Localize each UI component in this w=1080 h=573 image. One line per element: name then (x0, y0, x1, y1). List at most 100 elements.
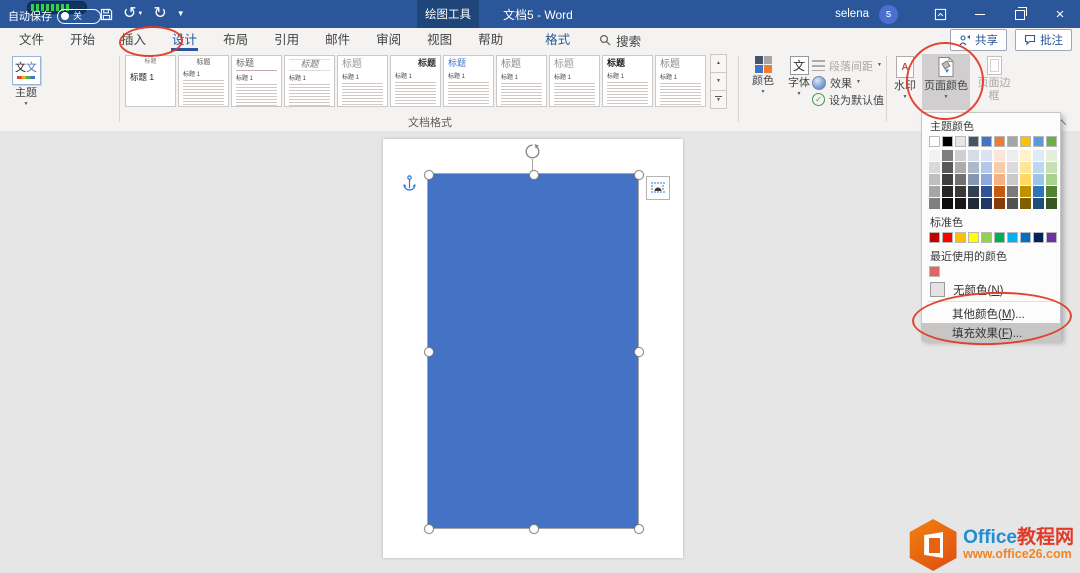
theme-variant-swatch-r1-c9[interactable] (1033, 150, 1044, 161)
gallery-scroll-down-button[interactable]: ▼ (710, 72, 727, 91)
style-set-card-7[interactable]: 标题标题 1 (443, 55, 494, 107)
theme-color-swatch-1[interactable] (929, 136, 940, 147)
theme-variant-swatch-r3-c3[interactable] (955, 174, 966, 185)
more-colors-item[interactable]: 其他颜色(M)... (922, 304, 1060, 323)
user-name[interactable]: selena (835, 8, 869, 20)
standard-color-swatch-2[interactable] (942, 232, 953, 243)
themes-button[interactable]: 文文 主题 ▼ (6, 56, 46, 126)
tab-help[interactable]: 帮助 (465, 28, 516, 52)
theme-variant-swatch-r4-c9[interactable] (1033, 186, 1044, 197)
theme-color-swatch-4[interactable] (968, 136, 979, 147)
resize-handle-middle-right[interactable] (634, 347, 644, 357)
set-as-default-button[interactable]: ✓ 设为默认值 (812, 91, 884, 108)
tab-layout[interactable]: 布局 (210, 28, 261, 52)
search-box[interactable]: 搜索 (599, 31, 641, 50)
theme-variant-swatch-r5-c9[interactable] (1033, 198, 1044, 209)
theme-variant-swatch-r5-c3[interactable] (955, 198, 966, 209)
theme-variant-swatch-r1-c8[interactable] (1020, 150, 1031, 161)
theme-variant-swatch-r3-c4[interactable] (968, 174, 979, 185)
effects-button[interactable]: 效果 ▼ (812, 74, 884, 91)
standard-color-swatch-5[interactable] (981, 232, 992, 243)
gallery-more-button[interactable]: ▼ (710, 90, 727, 109)
theme-variant-swatch-r1-c4[interactable] (968, 150, 979, 161)
theme-variant-swatch-r2-c8[interactable] (1020, 162, 1031, 173)
theme-color-swatch-7[interactable] (1007, 136, 1018, 147)
theme-variant-swatch-r5-c8[interactable] (1020, 198, 1031, 209)
theme-variant-swatch-r4-c8[interactable] (1020, 186, 1031, 197)
theme-variant-swatch-r4-c2[interactable] (942, 186, 953, 197)
watermark-button[interactable]: A 水印 ▼ (888, 56, 922, 100)
theme-variant-swatch-r4-c5[interactable] (981, 186, 992, 197)
theme-variant-swatch-r3-c5[interactable] (981, 174, 992, 185)
theme-variant-swatch-r2-c5[interactable] (981, 162, 992, 173)
rotation-handle[interactable] (524, 143, 541, 160)
user-avatar[interactable]: s (879, 5, 898, 24)
standard-color-swatch-8[interactable] (1020, 232, 1031, 243)
theme-color-swatch-3[interactable] (955, 136, 966, 147)
recent-color-swatch-1[interactable] (929, 266, 940, 277)
theme-variant-swatch-r4-c3[interactable] (955, 186, 966, 197)
theme-variant-swatch-r2-c1[interactable] (929, 162, 940, 173)
resize-handle-bottom-center[interactable] (529, 524, 539, 534)
resize-handle-bottom-right[interactable] (634, 524, 644, 534)
theme-variant-swatch-r2-c2[interactable] (942, 162, 953, 173)
tab-format[interactable]: 格式 (532, 28, 583, 52)
save-button[interactable] (100, 8, 113, 21)
theme-color-swatch-10[interactable] (1046, 136, 1057, 147)
theme-variant-swatch-r5-c6[interactable] (994, 198, 1005, 209)
colors-button[interactable]: 颜色 ▼ (744, 56, 782, 95)
comments-button[interactable]: 批注 (1015, 29, 1072, 51)
style-set-card-1[interactable]: 标题标题 1 (125, 55, 176, 107)
standard-color-swatch-3[interactable] (955, 232, 966, 243)
resize-handle-top-center[interactable] (529, 170, 539, 180)
standard-color-swatch-9[interactable] (1033, 232, 1044, 243)
tab-review[interactable]: 审阅 (363, 28, 414, 52)
standard-color-swatch-7[interactable] (1007, 232, 1018, 243)
page-color-button[interactable]: 页面颜色 ▼ (922, 54, 970, 110)
style-set-card-4[interactable]: 标题标题 1 (284, 55, 335, 107)
restore-button[interactable] (1000, 0, 1040, 28)
theme-variant-swatch-r1-c7[interactable] (1007, 150, 1018, 161)
theme-variant-swatch-r5-c10[interactable] (1046, 198, 1057, 209)
document-area[interactable]: Office教程网 www.office26.com (0, 131, 1080, 573)
theme-variant-swatch-r2-c3[interactable] (955, 162, 966, 173)
theme-variant-swatch-r5-c4[interactable] (968, 198, 979, 209)
style-set-card-11[interactable]: 标题标题 1 (655, 55, 706, 107)
redo-button[interactable]: ↻ (153, 6, 166, 22)
theme-color-swatch-2[interactable] (942, 136, 953, 147)
theme-variant-swatch-r2-c7[interactable] (1007, 162, 1018, 173)
theme-variant-swatch-r4-c10[interactable] (1046, 186, 1057, 197)
style-set-card-3[interactable]: 标题标题 1 (231, 55, 282, 107)
gallery-scroll-up-button[interactable]: ▲ (710, 54, 727, 73)
selected-rectangle-shape[interactable] (428, 174, 638, 528)
theme-variant-swatch-r3-c8[interactable] (1020, 174, 1031, 185)
document-page[interactable] (383, 139, 683, 558)
theme-color-swatch-5[interactable] (981, 136, 992, 147)
customize-qat-button[interactable]: ▼ (177, 10, 185, 18)
share-button[interactable]: 共享 (950, 29, 1007, 51)
tab-file[interactable]: 文件 (6, 28, 57, 52)
no-color-item[interactable]: 无颜色(N) (922, 280, 1060, 299)
style-set-card-5[interactable]: 标题标题 1 (337, 55, 388, 107)
undo-button[interactable]: ↺▼ (123, 6, 143, 22)
fonts-button[interactable]: 文 字体 ▼ (782, 56, 816, 97)
theme-variant-swatch-r5-c1[interactable] (929, 198, 940, 209)
tab-insert[interactable]: 插入 (108, 28, 159, 52)
theme-variant-swatch-r5-c2[interactable] (942, 198, 953, 209)
style-set-card-10[interactable]: 标题标题 1 (602, 55, 653, 107)
standard-color-swatch-10[interactable] (1046, 232, 1057, 243)
theme-color-swatch-6[interactable] (994, 136, 1005, 147)
theme-variant-swatch-r3-c7[interactable] (1007, 174, 1018, 185)
theme-variant-swatch-r3-c1[interactable] (929, 174, 940, 185)
resize-handle-middle-left[interactable] (424, 347, 434, 357)
layout-options-button[interactable] (646, 176, 670, 200)
style-set-card-6[interactable]: 标题标题 1 (390, 55, 441, 107)
standard-color-swatch-6[interactable] (994, 232, 1005, 243)
theme-variant-swatch-r1-c1[interactable] (929, 150, 940, 161)
theme-variant-swatch-r2-c4[interactable] (968, 162, 979, 173)
theme-variant-swatch-r3-c9[interactable] (1033, 174, 1044, 185)
theme-variant-swatch-r3-c2[interactable] (942, 174, 953, 185)
tab-view[interactable]: 视图 (414, 28, 465, 52)
ribbon-display-options-button[interactable] (920, 0, 960, 28)
theme-variant-swatch-r3-c6[interactable] (994, 174, 1005, 185)
